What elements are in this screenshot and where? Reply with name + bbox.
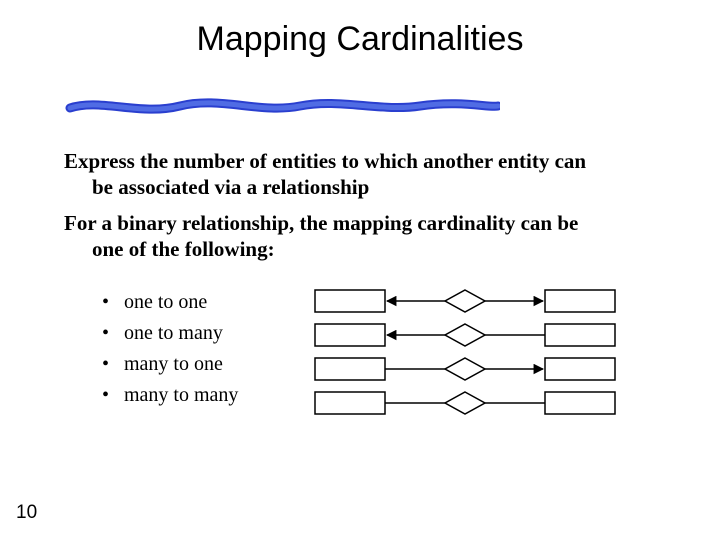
diagram-row-one-to-one	[315, 290, 615, 312]
bullet-text: one to one	[124, 291, 207, 313]
paragraph-2: For a binary relationship, the mapping c…	[64, 210, 674, 263]
page-number: 10	[16, 502, 37, 524]
bullet-text: many to one	[124, 353, 223, 375]
list-item: •one to one	[102, 291, 238, 314]
bullet-text: many to many	[124, 384, 238, 406]
bullet-icon: •	[102, 353, 124, 376]
diagram-row-one-to-many	[315, 324, 615, 346]
para1-line2: be associated via a relationship	[64, 174, 664, 200]
title-underline	[60, 90, 500, 120]
diagram-row-many-to-one	[315, 358, 615, 380]
bullet-text: one to many	[124, 322, 223, 344]
para2-line1: For a binary relationship, the mapping c…	[64, 211, 578, 235]
list-item: •many to one	[102, 353, 238, 376]
diagram-row-many-to-many	[315, 392, 615, 414]
slide-title: Mapping Cardinalities	[0, 20, 720, 59]
slide: Mapping Cardinalities Express the number…	[0, 0, 720, 540]
paragraph-1: Express the number of entities to which …	[64, 148, 664, 201]
list-item: •one to many	[102, 322, 238, 345]
bullet-icon: •	[102, 384, 124, 407]
bullet-list: •one to one •one to many •many to one •m…	[102, 291, 238, 415]
bullet-icon: •	[102, 291, 124, 314]
para2-line2: one of the following:	[64, 236, 674, 262]
er-diagram	[310, 288, 620, 418]
list-item: •many to many	[102, 384, 238, 407]
bullet-icon: •	[102, 322, 124, 345]
para1-line1: Express the number of entities to which …	[64, 149, 586, 173]
